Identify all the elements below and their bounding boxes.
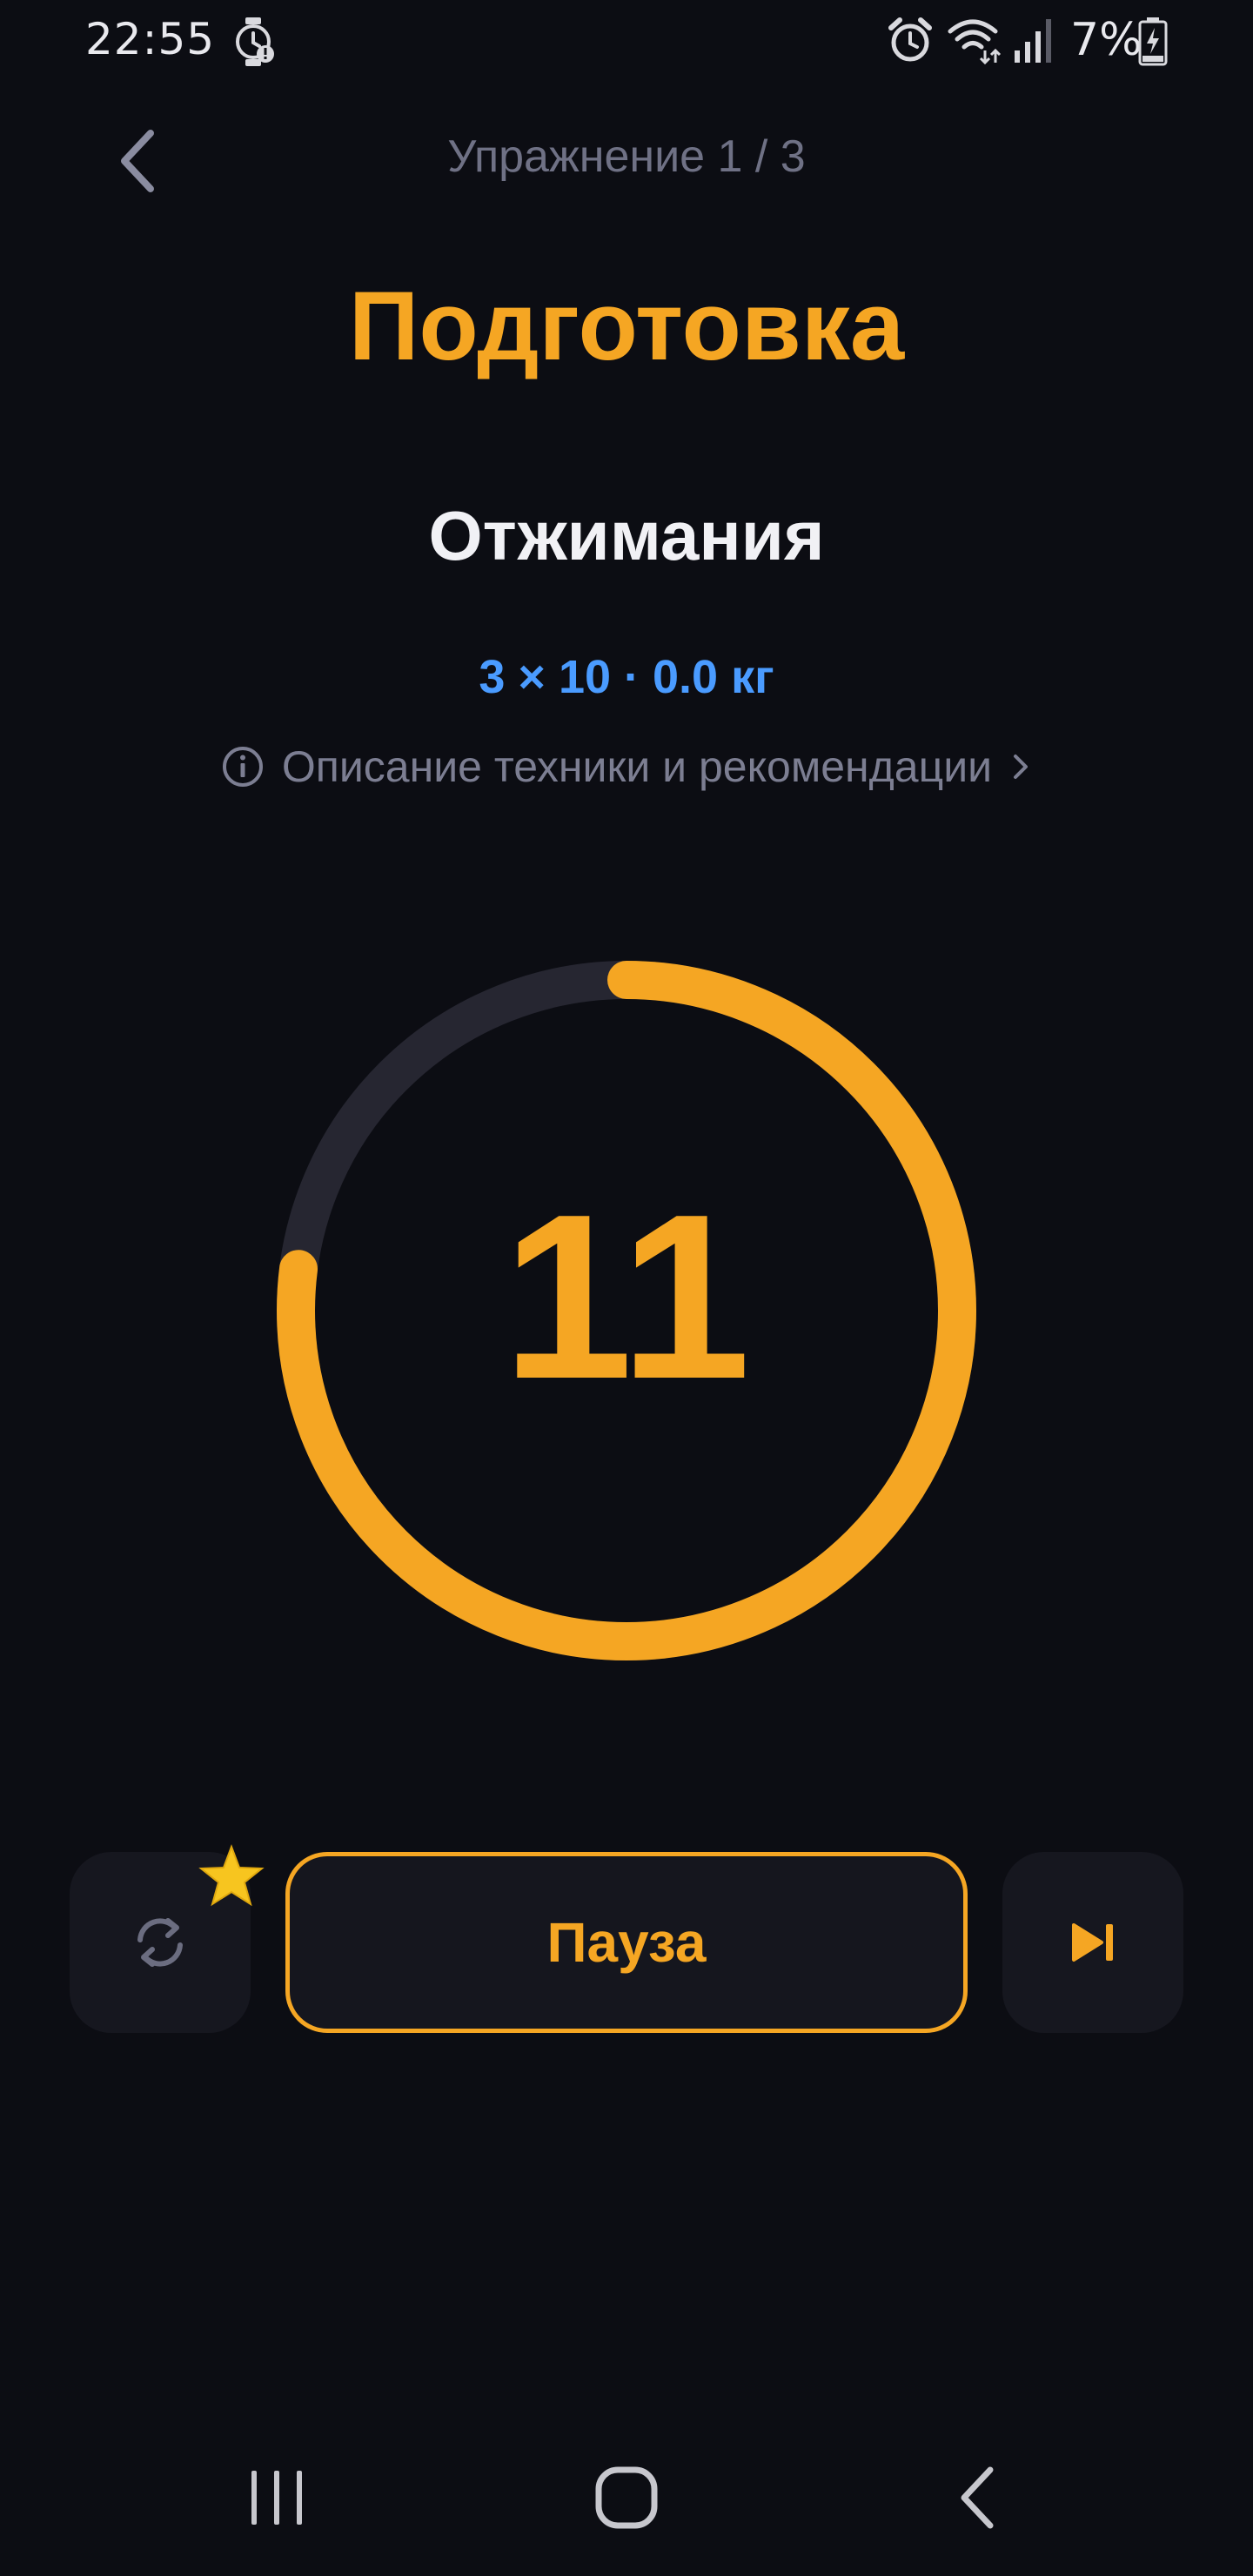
workout-screen: 22:55 7% Упражнение 1 / 3 Подготовка Отж… bbox=[0, 0, 1253, 2576]
info-icon bbox=[221, 745, 265, 788]
skip-button[interactable] bbox=[1002, 1852, 1183, 2033]
phase-title: Подготовка bbox=[348, 272, 905, 380]
refresh-icon bbox=[137, 1918, 183, 1967]
home-button[interactable] bbox=[574, 2454, 679, 2541]
system-nav-bar bbox=[0, 2419, 1253, 2576]
recent-apps-button[interactable] bbox=[224, 2454, 329, 2541]
recent-apps-icon bbox=[251, 2471, 302, 2525]
system-back-button[interactable] bbox=[926, 2454, 1030, 2541]
wifi-icon bbox=[947, 16, 1002, 69]
pause-button[interactable]: Пауза bbox=[285, 1852, 968, 2033]
watch-alert-icon bbox=[233, 16, 275, 72]
status-bar: 22:55 7% bbox=[0, 0, 1253, 87]
chevron-right-icon bbox=[1009, 749, 1032, 784]
skip-next-icon bbox=[1072, 1923, 1113, 1962]
home-icon bbox=[595, 2466, 658, 2529]
battery-charging-icon bbox=[1138, 17, 1168, 70]
exercise-params: 3 × 10 · 0.0 кг bbox=[479, 651, 774, 703]
timer-value: 11 bbox=[502, 1166, 751, 1428]
signal-icon bbox=[1011, 16, 1055, 69]
status-time: 22:55 bbox=[85, 14, 216, 64]
star-icon bbox=[198, 1844, 265, 1907]
description-link[interactable]: Описание техники и рекомендации bbox=[0, 741, 1253, 792]
alarm-icon bbox=[886, 16, 935, 69]
exercise-name: Отжимания bbox=[428, 497, 825, 574]
description-link-label: Описание техники и рекомендации bbox=[281, 742, 993, 791]
exercise-counter: Упражнение 1 / 3 bbox=[447, 131, 806, 182]
battery-percentage: 7% bbox=[1070, 14, 1142, 66]
back-icon bbox=[961, 2466, 994, 2529]
